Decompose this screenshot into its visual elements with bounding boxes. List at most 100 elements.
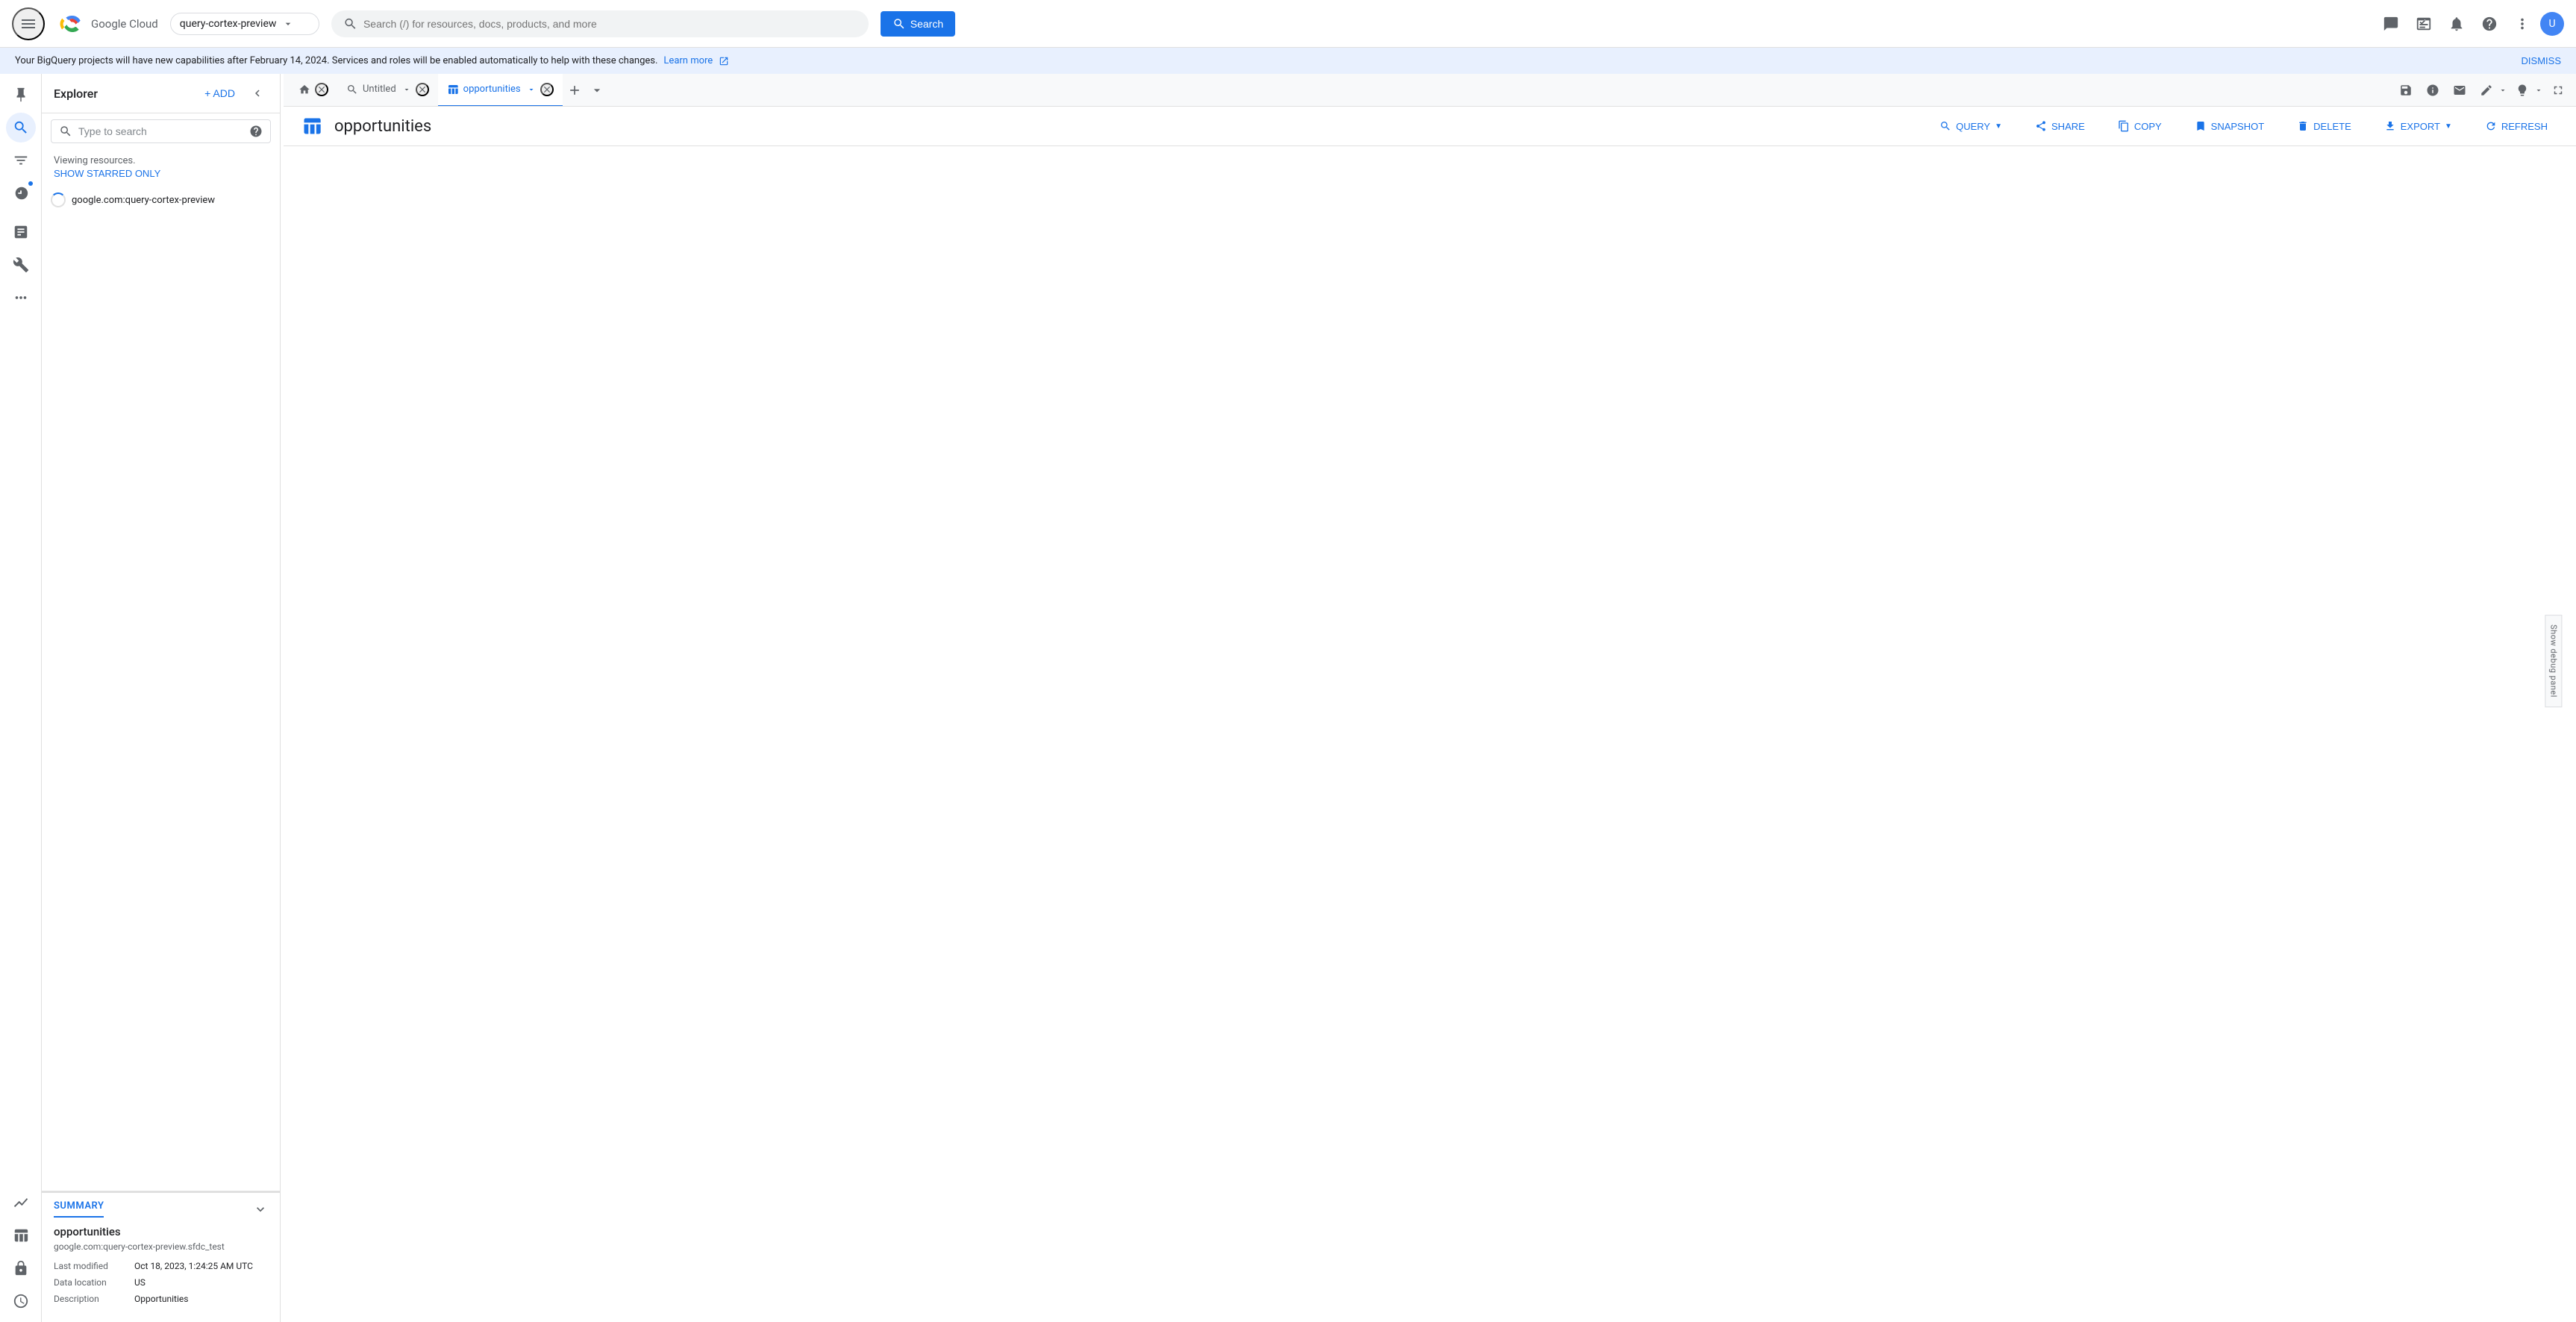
summary-last-modified-row: Last modified Oct 18, 2023, 1:24:25 AM U… bbox=[54, 1261, 268, 1271]
sidebar-build-icon[interactable] bbox=[6, 250, 36, 280]
export-button-label: EXPORT bbox=[2401, 121, 2440, 132]
opportunities-tab-icon bbox=[447, 84, 459, 95]
explorer-search-wrap[interactable] bbox=[51, 119, 271, 143]
resource-item[interactable]: google.com:query-cortex-preview bbox=[42, 185, 280, 215]
data-location-value: US bbox=[134, 1277, 146, 1288]
notification-message: Your BigQuery projects will have new cap… bbox=[15, 55, 657, 66]
search-button-label: Search bbox=[910, 18, 943, 30]
terminal-icon-button[interactable] bbox=[2409, 9, 2439, 39]
viewing-resources-text: Viewing resources. bbox=[54, 155, 136, 166]
explorer-header: Explorer + ADD bbox=[42, 74, 280, 113]
copy-icon bbox=[2118, 120, 2130, 132]
main-area: Explorer + ADD Viewing resources. SHOW S… bbox=[0, 74, 2576, 1322]
home-tab-icon bbox=[298, 84, 310, 95]
share-button[interactable]: SHARE bbox=[2025, 116, 2095, 137]
debug-panel-tab[interactable]: Show debug panel bbox=[2545, 615, 2563, 707]
refresh-button[interactable]: REFRESH bbox=[2475, 116, 2558, 137]
export-icon bbox=[2384, 120, 2396, 132]
support-icon-button[interactable] bbox=[2376, 9, 2406, 39]
copy-button[interactable]: COPY bbox=[2107, 116, 2172, 137]
last-modified-value: Oct 18, 2023, 1:24:25 AM UTC bbox=[134, 1261, 253, 1271]
explorer-search-box bbox=[42, 113, 280, 149]
sidebar-search-icon[interactable] bbox=[6, 113, 36, 142]
edit-button[interactable] bbox=[2475, 78, 2498, 102]
description-label: Description bbox=[54, 1294, 128, 1304]
top-icons: U bbox=[2376, 9, 2564, 39]
content-header: opportunities QUERY ▼ SHARE COPY SNAPSH bbox=[284, 107, 2576, 146]
delete-button[interactable]: DELETE bbox=[2286, 116, 2362, 137]
add-tab-button[interactable] bbox=[563, 78, 587, 102]
query-button[interactable]: QUERY ▼ bbox=[1929, 116, 2013, 137]
star-resource-button[interactable] bbox=[234, 191, 251, 209]
learn-more-link[interactable]: Learn more bbox=[663, 55, 713, 66]
untitled-tab-label: Untitled bbox=[363, 84, 396, 95]
sidebar-lock-icon[interactable] bbox=[6, 1253, 36, 1283]
lightbulb-button[interactable] bbox=[2510, 78, 2534, 102]
explorer-search-help-icon bbox=[249, 125, 263, 138]
tab-untitled[interactable]: Untitled bbox=[337, 74, 438, 107]
notifications-icon-button[interactable] bbox=[2442, 9, 2472, 39]
lightbulb-dropdown-icon bbox=[2534, 86, 2543, 95]
last-modified-label: Last modified bbox=[54, 1261, 128, 1271]
delete-icon bbox=[2297, 120, 2309, 132]
user-avatar[interactable]: U bbox=[2540, 12, 2564, 36]
help-icon-button[interactable] bbox=[2475, 9, 2504, 39]
untitled-tab-icon bbox=[346, 84, 358, 95]
dismiss-button[interactable]: DISMISS bbox=[2522, 55, 2561, 66]
query-icon bbox=[1939, 120, 1951, 132]
export-button[interactable]: EXPORT ▼ bbox=[2374, 116, 2463, 137]
notification-bar: Your BigQuery projects will have new cap… bbox=[0, 48, 2576, 74]
debug-panel-label: Show debug panel bbox=[2549, 624, 2559, 698]
show-starred-button[interactable]: SHOW STARRED ONLY bbox=[54, 168, 160, 179]
add-button[interactable]: + ADD bbox=[198, 84, 241, 102]
explorer-search-input[interactable] bbox=[78, 125, 243, 137]
project-name: query-cortex-preview bbox=[180, 18, 277, 30]
global-search-bar[interactable] bbox=[331, 10, 869, 37]
info-button[interactable] bbox=[2421, 78, 2445, 102]
tab-bar-actions bbox=[2394, 78, 2570, 102]
opportunities-tab-close-button[interactable] bbox=[540, 83, 554, 96]
google-cloud-logo[interactable]: Google Cloud bbox=[57, 14, 158, 34]
tab-opportunities[interactable]: opportunities bbox=[438, 74, 563, 107]
collapse-panel-button[interactable] bbox=[247, 83, 268, 104]
untitled-tab-close-button[interactable] bbox=[416, 83, 429, 96]
content-title: opportunities bbox=[334, 117, 1917, 136]
fullscreen-button[interactable] bbox=[2546, 78, 2570, 102]
summary-header[interactable]: SUMMARY bbox=[42, 1193, 280, 1225]
sidebar-history-icon[interactable] bbox=[6, 178, 36, 208]
summary-table-path: google.com:query-cortex-preview.sfdc_tes… bbox=[54, 1241, 268, 1252]
save-query-button[interactable] bbox=[2394, 78, 2418, 102]
search-icon bbox=[343, 16, 357, 31]
query-button-label: QUERY bbox=[1956, 121, 1990, 132]
search-button[interactable]: Search bbox=[881, 11, 955, 37]
main-content: Untitled opportunities bbox=[284, 74, 2576, 1322]
hamburger-menu-button[interactable] bbox=[12, 7, 45, 40]
snapshot-button[interactable]: SNAPSHOT bbox=[2184, 116, 2275, 137]
data-location-label: Data location bbox=[54, 1277, 128, 1288]
avatar-initial: U bbox=[2548, 18, 2555, 30]
home-tab-close-button[interactable] bbox=[315, 83, 328, 96]
resource-loading-spinner bbox=[51, 192, 66, 207]
tab-home[interactable] bbox=[290, 74, 337, 107]
sidebar-schedule-icon[interactable] bbox=[6, 1286, 36, 1316]
sidebar-chart-icon[interactable] bbox=[6, 1188, 36, 1218]
more-resource-options-button[interactable] bbox=[253, 191, 271, 209]
sidebar-pinned-icon[interactable] bbox=[6, 80, 36, 110]
sidebar-table-icon[interactable] bbox=[6, 1221, 36, 1250]
left-sidebar bbox=[0, 74, 42, 1322]
sidebar-dots-icon[interactable] bbox=[6, 283, 36, 313]
sidebar-analytics-icon[interactable] bbox=[6, 217, 36, 247]
explorer-panel: Explorer + ADD Viewing resources. SHOW S… bbox=[42, 74, 281, 1322]
global-search-input[interactable] bbox=[363, 18, 857, 30]
sidebar-filter-icon[interactable] bbox=[6, 145, 36, 175]
resource-name: google.com:query-cortex-preview bbox=[72, 195, 228, 206]
tabs-more-button[interactable] bbox=[587, 80, 607, 101]
more-options-button[interactable] bbox=[2507, 9, 2537, 39]
opportunities-tab-label: opportunities bbox=[463, 84, 521, 95]
summary-panel: SUMMARY opportunities google.com:query-c… bbox=[42, 1191, 280, 1322]
edit-dropdown-icon bbox=[2498, 86, 2507, 95]
project-selector[interactable]: query-cortex-preview bbox=[170, 13, 319, 35]
email-button[interactable] bbox=[2448, 78, 2472, 102]
opportunities-tab-dropdown-icon bbox=[527, 85, 536, 94]
snapshot-icon bbox=[2195, 120, 2207, 132]
